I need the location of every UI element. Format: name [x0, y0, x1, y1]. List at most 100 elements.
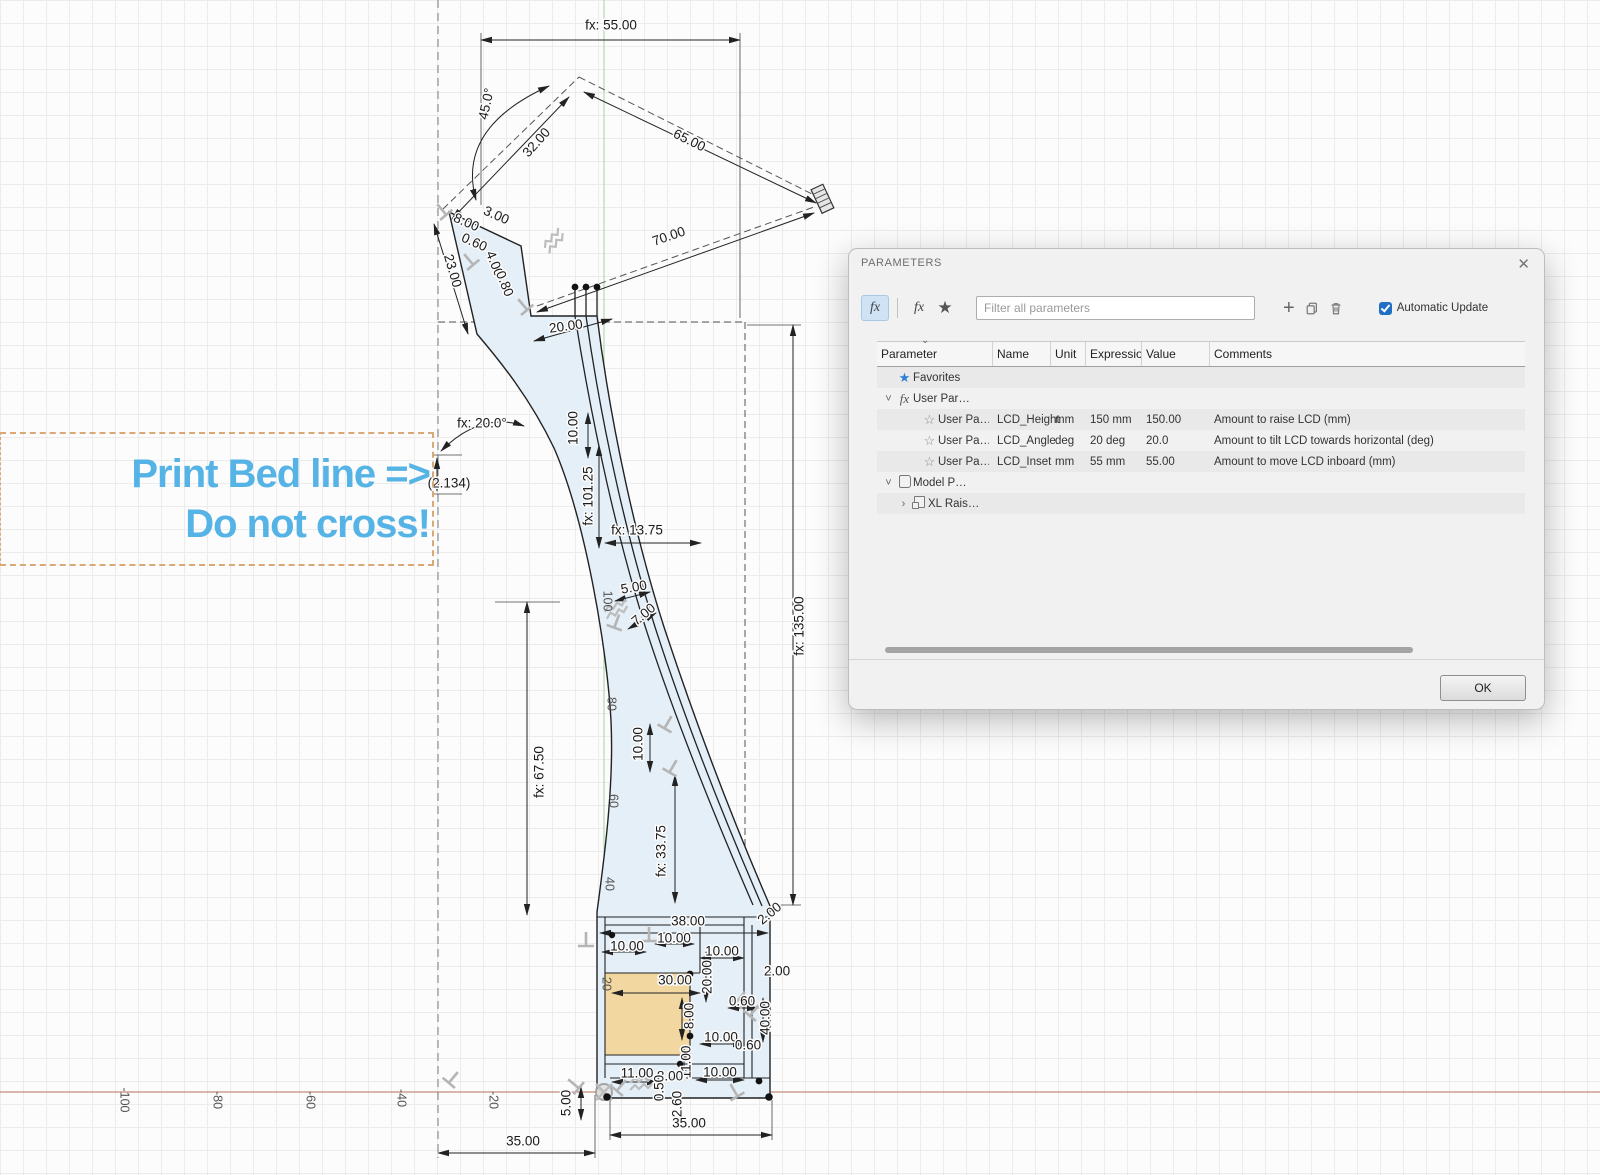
dimension-label[interactable]: 65.00: [671, 126, 708, 154]
user-parameter-filter-button[interactable]: fx: [906, 296, 932, 320]
table-row[interactable]: ☆User Pa…LCD_Heightmm150 mm150.00Amount …: [877, 409, 1525, 430]
column-header-unit[interactable]: Unit: [1051, 342, 1086, 366]
dimension-label[interactable]: fx: 20.0°: [457, 416, 507, 431]
column-header-expressio[interactable]: Expressio: [1086, 342, 1142, 366]
stand-profile[interactable]: [449, 212, 770, 1098]
automatic-update-checkbox[interactable]: [1379, 302, 1392, 315]
add-parameter-button[interactable]: +: [1283, 299, 1295, 317]
component-icon: [911, 496, 928, 511]
dimension-label[interactable]: 35.00: [506, 1134, 540, 1149]
column-header-value[interactable]: Value: [1142, 342, 1210, 366]
row-label: User Par…: [913, 393, 970, 405]
axis-tick-label: -100: [118, 1087, 132, 1112]
dimension-label[interactable]: 10.00: [566, 411, 581, 445]
print-bed-note-line1: Print Bed line =>: [1, 449, 430, 499]
row-label: Favorites: [913, 372, 960, 384]
table-row[interactable]: ☆User Pa…LCD_Angledeg20 deg20.0Amount to…: [877, 430, 1525, 451]
parameters-dialog[interactable]: PARAMETERS ✕ fx fx ★ + Aut: [848, 248, 1545, 710]
favorites-filter-button[interactable]: ★: [932, 296, 958, 320]
param-expression[interactable]: 20 deg: [1086, 435, 1142, 447]
dimension-label[interactable]: 2.60: [670, 1091, 685, 1117]
param-name[interactable]: LCD_Height: [993, 414, 1051, 426]
dimension-label[interactable]: 35.00: [672, 1116, 706, 1131]
copy-icon[interactable]: [1305, 301, 1319, 316]
table-row[interactable]: ˅fxUser Par…: [877, 388, 1525, 409]
dimension-label[interactable]: 10.00: [703, 1065, 737, 1080]
axis-tick-label: 100: [601, 591, 615, 612]
param-comment[interactable]: Amount to tilt LCD towards horizontal (d…: [1210, 435, 1525, 447]
column-header-name[interactable]: Name: [993, 342, 1051, 366]
dimension-label[interactable]: 40.00: [758, 1001, 773, 1035]
column-header-parameter[interactable]: Parameter: [877, 342, 993, 366]
dimension-label[interactable]: (2.134): [428, 476, 471, 491]
close-icon[interactable]: ✕: [1513, 253, 1534, 275]
axis-tick-label: -60: [304, 1091, 318, 1109]
expand-chevron-icon[interactable]: ˅: [881, 477, 896, 489]
param-value[interactable]: 20.0: [1142, 435, 1210, 447]
collapsed-chevron-icon[interactable]: ›: [896, 498, 911, 510]
dimension-label[interactable]: 11.00: [621, 1066, 654, 1081]
star-filled-icon: ★: [896, 370, 913, 386]
horizontal-scrollbar[interactable]: [885, 647, 1413, 653]
param-name[interactable]: LCD_Inset: [993, 456, 1051, 468]
column-header-comments[interactable]: Comments: [1210, 342, 1525, 366]
dimension-label[interactable]: 10.00: [657, 931, 691, 946]
row-label: User Pa…: [938, 435, 989, 447]
table-row[interactable]: ★Favorites: [877, 367, 1525, 388]
dimension-label[interactable]: 10.00: [704, 1030, 738, 1045]
dimension-label[interactable]: 0.60: [735, 1038, 761, 1053]
parameters-table-header[interactable]: ⌄ ParameterNameUnitExpressioValueComment…: [877, 341, 1525, 367]
fx-icon: fx: [870, 300, 880, 316]
param-unit[interactable]: mm: [1051, 456, 1086, 468]
dimension-label[interactable]: 3.00: [481, 203, 511, 227]
row-label: XL Rais…: [928, 498, 979, 510]
dimension-label[interactable]: 8.00: [682, 1003, 697, 1029]
dimension-label[interactable]: 70.00: [650, 224, 687, 249]
dimension-label[interactable]: 38.00: [671, 914, 705, 929]
axis-tick-label: -20: [487, 1091, 501, 1109]
fx-filter-button[interactable]: fx: [861, 295, 889, 321]
dimension-label[interactable]: fx: 67.50: [532, 746, 547, 798]
star-icon: ★: [937, 298, 952, 318]
dimension-label[interactable]: 30.00: [658, 973, 692, 988]
dialog-title: PARAMETERS: [861, 257, 942, 269]
param-comment[interactable]: Amount to raise LCD (mm): [1210, 414, 1525, 426]
dimension-label[interactable]: 45.0°: [475, 87, 496, 121]
dimension-label[interactable]: 20.00: [700, 960, 715, 994]
dimension-label[interactable]: 0.60: [729, 994, 755, 1009]
ok-button[interactable]: OK: [1440, 675, 1526, 701]
star-outline-icon: ☆: [921, 412, 938, 428]
axis-tick-label: -40: [395, 1089, 409, 1107]
dimension-label[interactable]: fx: 101.25: [581, 466, 596, 525]
expand-chevron-icon[interactable]: ˅: [881, 393, 896, 405]
table-row[interactable]: ☆User Pa…LCD_Insetmm55 mm55.00Amount to …: [877, 451, 1525, 472]
dimension-label[interactable]: 10.00: [610, 939, 644, 954]
param-unit[interactable]: deg: [1051, 435, 1086, 447]
param-comment[interactable]: Amount to move LCD inboard (mm): [1210, 456, 1525, 468]
dimension-label[interactable]: 2.00: [764, 964, 790, 979]
dimension-label[interactable]: 0.50: [652, 1075, 667, 1101]
dimension-label[interactable]: fx: 135.00: [792, 596, 807, 655]
axis-tick-label: -80: [211, 1091, 225, 1109]
dimension-label[interactable]: 5.00: [559, 1090, 574, 1116]
dimension-label[interactable]: fx: 13.75: [611, 523, 663, 538]
delete-icon[interactable]: [1329, 301, 1343, 316]
param-name[interactable]: LCD_Angle: [993, 435, 1051, 447]
filter-input[interactable]: [976, 296, 1255, 320]
param-unit[interactable]: mm: [1051, 414, 1086, 426]
dimension-label[interactable]: 10.00: [631, 727, 646, 761]
table-row[interactable]: › XL Rais…: [877, 493, 1525, 514]
sketch-canvas[interactable]: fx: 55.0045.0°32.0065.0070.008.003.000.6…: [0, 0, 1600, 1175]
param-value[interactable]: 150.00: [1142, 414, 1210, 426]
table-row[interactable]: ˅Model P…: [877, 472, 1525, 493]
dimension-label[interactable]: fx: 33.75: [654, 825, 669, 877]
sort-indicator: ⌄: [921, 335, 929, 346]
dimension-label[interactable]: fx: 55.00: [585, 18, 637, 33]
print-bed-note-box[interactable]: Print Bed line => Do not cross!: [0, 432, 434, 566]
param-expression[interactable]: 55 mm: [1086, 456, 1142, 468]
sketch-profile[interactable]: [449, 212, 770, 1098]
param-value[interactable]: 55.00: [1142, 456, 1210, 468]
lcd-target-icon[interactable]: [811, 184, 834, 213]
param-expression[interactable]: 150 mm: [1086, 414, 1142, 426]
dimension-label[interactable]: 10.00: [705, 944, 739, 959]
